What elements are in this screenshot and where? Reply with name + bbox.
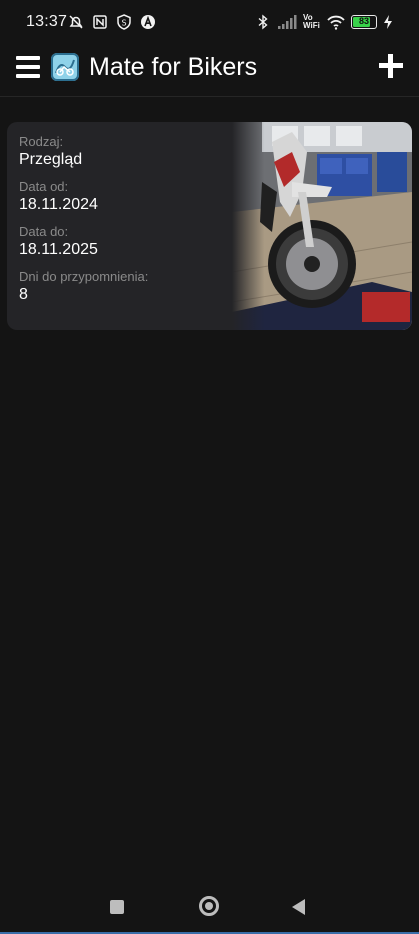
shield-icon: S (116, 14, 132, 30)
hamburger-menu-icon[interactable] (14, 54, 42, 80)
motorcycle-photo (232, 122, 412, 330)
nfc-icon (92, 14, 108, 30)
days-to-reminder-value: 8 (19, 286, 28, 303)
battery-level-text: 83 (358, 16, 369, 26)
bluetooth-icon (255, 14, 271, 30)
a-circle-icon (140, 14, 156, 30)
status-bar: 13:37 S Vo WiFi 83 (0, 0, 419, 44)
system-nav-bar (0, 878, 419, 934)
reminder-fields: Rodzaj: Przegląd Data od: 18.11.2024 Dat… (19, 134, 239, 305)
alarm-off-icon (68, 14, 84, 30)
date-from-value: 18.11.2024 (19, 196, 98, 213)
triangle-back-icon[interactable] (292, 899, 305, 915)
date-to-label: Data do: (19, 224, 69, 239)
svg-text:S: S (121, 19, 126, 28)
type-value: Przegląd (19, 151, 83, 168)
app-bar: Mate for Bikers (0, 44, 419, 97)
days-to-reminder-label: Dni do przypomnienia: (19, 269, 149, 284)
date-to-value: 18.11.2025 (19, 241, 98, 258)
wifi-icon (327, 14, 345, 30)
battery-icon: 83 (351, 15, 377, 29)
date-from-label: Data od: (19, 179, 69, 194)
status-left-icons: S (68, 14, 156, 30)
vowifi-icon: Vo WiFi (303, 13, 320, 30)
cellular-signal-icon (277, 14, 297, 30)
status-right-icons: Vo WiFi 83 (255, 14, 393, 30)
reminder-card[interactable]: Rodzaj: Przegląd Data od: 18.11.2024 Dat… (7, 122, 412, 330)
charging-icon (383, 14, 393, 30)
circle-icon[interactable] (199, 896, 219, 916)
square-icon[interactable] (110, 900, 124, 914)
app-logo-icon (51, 53, 79, 81)
add-reminder-button[interactable] (377, 52, 405, 80)
type-label: Rodzaj: (19, 134, 64, 149)
app-title: Mate for Bikers (89, 53, 258, 81)
status-time: 13:37 (26, 13, 68, 30)
